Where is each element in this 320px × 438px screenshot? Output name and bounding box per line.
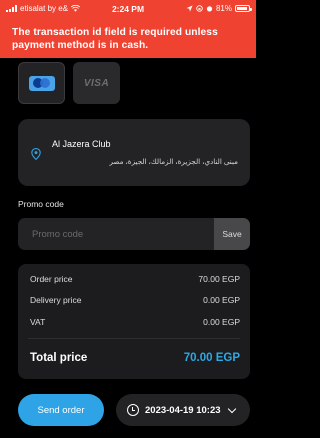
location-arrow-icon (186, 5, 193, 12)
total-price-row: Total price 70.00 EGP (30, 352, 240, 364)
order-price-row: Order price 70.00 EGP (30, 274, 240, 284)
screen-lock-icon (196, 5, 203, 12)
vat-value: 0.00 EGP (203, 317, 240, 327)
delivery-time-selector[interactable]: 2023-04-19 10:23 (116, 394, 250, 426)
battery-percentage: 81% (215, 4, 232, 13)
clock-icon (127, 404, 139, 416)
status-bar: etisalat by e& 2:24 PM 81% (0, 0, 256, 18)
delivery-price-value: 0.00 EGP (203, 295, 240, 305)
send-order-button[interactable]: Send order (18, 394, 104, 426)
mastercard-icon (28, 75, 55, 91)
order-price-value: 70.00 EGP (198, 274, 240, 284)
delivery-price-label: Delivery price (30, 295, 82, 305)
error-message: The transaction id field is required unl… (12, 27, 218, 51)
alarm-icon (206, 6, 213, 12)
promo-save-button[interactable]: Save (214, 218, 250, 250)
status-right: 81% (186, 4, 252, 13)
promo-code-input[interactable] (18, 218, 214, 250)
vat-row: VAT 0.00 EGP (30, 317, 240, 327)
order-price-label: Order price (30, 274, 73, 284)
address-card[interactable]: Al Jazera Club مبنى النادي، الجزيرة، الز… (18, 119, 250, 186)
total-price-value: 70.00 EGP (183, 352, 240, 364)
location-pin-icon (31, 148, 41, 160)
promo-code-label: Promo code (18, 199, 64, 209)
payment-option-mastercard[interactable] (18, 62, 65, 104)
payment-option-visa[interactable]: VISA (73, 62, 120, 104)
error-banner: etisalat by e& 2:24 PM 81% The transacti… (0, 0, 256, 58)
vat-label: VAT (30, 317, 46, 327)
total-price-label: Total price (30, 352, 88, 364)
chevron-down-icon (227, 404, 236, 413)
summary-divider (28, 338, 240, 339)
address-name: Al Jazera Club (52, 139, 111, 149)
address-line: مبنى النادي، الجزيرة، الزمالك، الجيزة، م… (109, 157, 238, 166)
delivery-price-row: Delivery price 0.00 EGP (30, 295, 240, 305)
delivery-time-value: 2023-04-19 10:23 (145, 404, 221, 416)
visa-label: VISA (83, 77, 110, 89)
battery-icon (235, 5, 252, 12)
promo-code-field: Save (18, 218, 250, 250)
order-summary: Order price 70.00 EGP Delivery price 0.0… (18, 264, 250, 379)
